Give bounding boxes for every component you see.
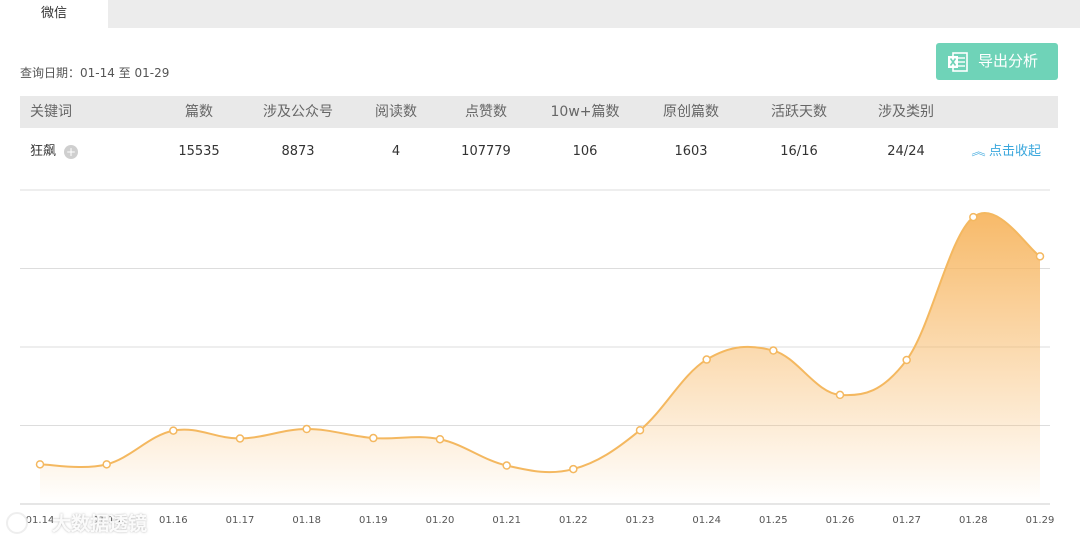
watermark-text: 大数据透镜 [52, 513, 148, 535]
categories-cell: 24/24 [887, 144, 925, 159]
add-icon[interactable]: + [64, 145, 78, 159]
x-tick-label: 01.24 [692, 515, 721, 526]
x-tick-label: 01.21 [492, 515, 521, 526]
data-point [1035, 252, 1045, 261]
articles-cell: 15535 [178, 144, 220, 159]
likes-cell: 107779 [461, 144, 511, 159]
header-articles: 篇数 [185, 104, 213, 120]
header-likes: 点赞数 [465, 104, 507, 120]
x-tick-label: 01.26 [826, 515, 855, 526]
header-10w-articles: 10w+篇数 [550, 104, 620, 120]
data-point [835, 390, 845, 400]
data-point [369, 433, 378, 443]
accounts-cell: 8873 [281, 144, 315, 159]
date-range: 查询日期：01-14 至 01-29 [20, 66, 170, 80]
active-days-cell: 16/16 [780, 144, 818, 159]
reads-cell: 4 [391, 144, 401, 159]
x-tick-label: 01.17 [226, 515, 255, 526]
table-header: 关键词 篇数 涉及公众号 阅读数 点赞数 10w+篇数 原创篇数 活跃天数 涉及… [20, 96, 1058, 128]
collapse-link[interactable]: ︽ 点击收起 [971, 136, 1042, 168]
x-tick-label: 01.23 [626, 515, 655, 526]
header-original-articles: 原创篇数 [663, 104, 719, 120]
series-area [40, 212, 1040, 504]
trend-chart: 01.14 01.15 01.16 01.17 01.18 01.19 01.20 01.21… [20, 189, 1055, 526]
keyword-cell: 狂飙 [30, 144, 57, 159]
header-reads: 阅读数 [375, 104, 417, 120]
x-tick-label: 01.18 [292, 515, 321, 526]
data-point [435, 434, 445, 444]
data-point [302, 424, 311, 434]
watermark-logo-icon [6, 512, 28, 534]
data-point [902, 355, 911, 365]
x-tick-label: 01.28 [959, 515, 988, 526]
header-accounts: 涉及公众号 [263, 104, 333, 120]
export-analysis-button[interactable]: 导出分析 [936, 43, 1058, 80]
watermark: 大数据透镜 [6, 507, 156, 537]
collapse-label: 点击收起 [989, 144, 1042, 159]
tab-wechat[interactable]: 微信 [0, 0, 108, 28]
x-tick-label: 01.20 [426, 515, 455, 526]
10w-articles-cell: 106 [572, 144, 598, 159]
x-tick-label: 01.22 [559, 515, 588, 526]
data-point [702, 355, 711, 364]
x-axis-labels: 01.14 01.15 01.16 01.17 01.18 01.19 01.20 01.21… [26, 515, 1055, 526]
header-categories: 涉及类别 [878, 104, 934, 120]
excel-icon [948, 52, 968, 72]
export-button-label: 导出分析 [978, 52, 1039, 70]
tab-bar: 微信 [0, 0, 1080, 28]
data-point [635, 425, 645, 435]
header-active-days: 活跃天数 [771, 104, 827, 120]
data-point [102, 460, 111, 469]
header-keyword: 关键词 [30, 104, 72, 120]
double-chevron-up-icon: ︽ [971, 145, 986, 158]
x-tick-label: 01.16 [159, 515, 188, 526]
table-row: 狂飙 + 15535 8873 4 107779 106 1603 16/16 … [20, 136, 1058, 168]
data-point [969, 212, 978, 222]
x-tick-label: 01.29 [1026, 515, 1055, 526]
x-tick-label: 01.25 [759, 515, 788, 526]
x-tick-label: 01.19 [359, 515, 388, 526]
data-point [769, 346, 778, 355]
data-point [569, 464, 578, 474]
x-tick-label: 01.27 [892, 515, 921, 526]
original-articles-cell: 1603 [674, 144, 708, 159]
data-point [235, 434, 245, 443]
data-point [502, 461, 511, 470]
data-point [35, 460, 45, 469]
data-point [169, 426, 178, 435]
